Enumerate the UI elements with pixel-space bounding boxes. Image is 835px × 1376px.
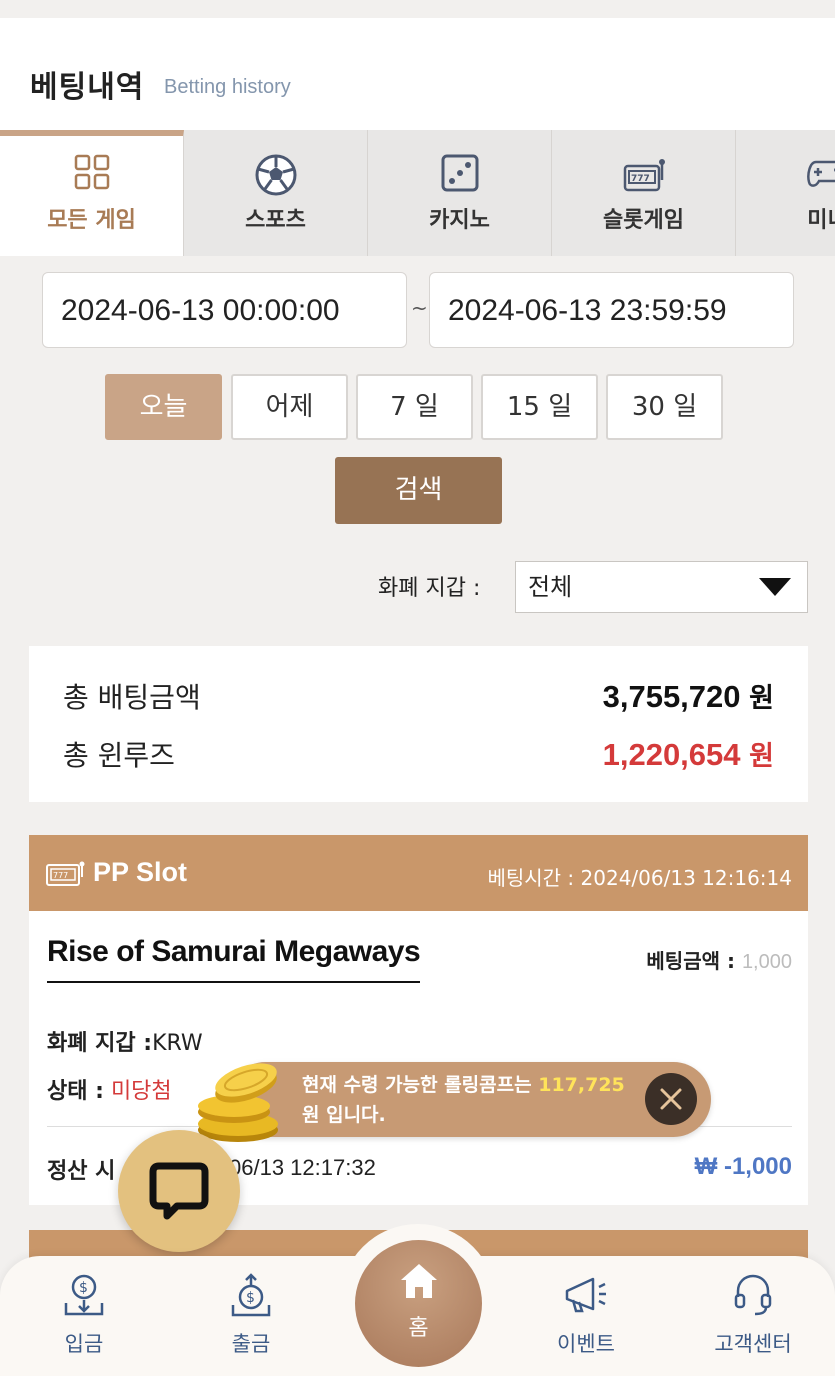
game-tabs: 모든 게임 스포츠 카지노 777 슬롯게임 미니 bbox=[0, 130, 835, 256]
page-header: 베팅내역 Betting history bbox=[0, 18, 835, 130]
svg-text:777: 777 bbox=[631, 174, 650, 184]
wallet-select[interactable]: 전체 bbox=[515, 561, 808, 613]
svg-text:777: 777 bbox=[53, 871, 68, 880]
total-winloss-label: 총 윈루즈 bbox=[63, 739, 175, 772]
tab-label: 카지노 bbox=[429, 208, 490, 233]
nav-events[interactable]: 이벤트 bbox=[531, 1272, 641, 1358]
nav-customer-center[interactable]: 고객센터 bbox=[698, 1272, 808, 1358]
wallet-line-label: 화폐 지갑 : bbox=[47, 1031, 153, 1056]
range-yesterday-button[interactable]: 어제 bbox=[231, 374, 348, 440]
total-winloss-value: 1,220,654 bbox=[602, 737, 741, 772]
total-bet-value: 3,755,720 bbox=[602, 679, 741, 714]
tab-label: 모든 게임 bbox=[47, 208, 136, 233]
total-bet-row: 총 배팅금액 3,755,720 원 bbox=[63, 676, 774, 716]
rolling-comp-toast[interactable]: 현재 수령 가능한 롤링콤프는 117,725 원 입니다. bbox=[228, 1062, 711, 1137]
headset-icon bbox=[698, 1272, 808, 1318]
deposit-icon: $ bbox=[29, 1272, 139, 1318]
wallet-line: 화폐 지갑 :KRW bbox=[47, 1025, 203, 1057]
range-7-days-button[interactable]: 7 일 bbox=[356, 374, 473, 440]
nav-label: 이벤트 bbox=[557, 1332, 615, 1356]
settle-label: 정산 시 bbox=[47, 1159, 116, 1184]
dropdown-arrow-icon bbox=[759, 578, 791, 596]
page-subtitle: Betting history bbox=[164, 76, 291, 98]
currency-unit: 원 bbox=[749, 683, 774, 714]
svg-text:$: $ bbox=[79, 1280, 88, 1296]
total-winloss-value-wrap: 1,220,654 원 bbox=[603, 734, 774, 773]
megaphone-icon bbox=[531, 1272, 641, 1318]
tab-casino[interactable]: 카지노 bbox=[368, 130, 552, 256]
nav-label: 홈 bbox=[408, 1316, 429, 1341]
bet-time-label: 베팅시간 : bbox=[487, 866, 575, 890]
toast-message-prefix: 현재 수령 가능한 롤링콤프는 bbox=[302, 1074, 532, 1096]
toast-amount: 117,725 bbox=[538, 1074, 625, 1096]
status-badge: 미당첨 bbox=[110, 1079, 172, 1104]
end-date-input[interactable]: 2024-06-13 23:59:59 bbox=[429, 272, 794, 348]
provider-name: PP Slot bbox=[93, 857, 188, 887]
tab-label: 스포츠 bbox=[245, 208, 306, 233]
toast-message-suffix: 원 입니다. bbox=[302, 1104, 386, 1126]
withdraw-icon: $ bbox=[196, 1272, 306, 1318]
date-separator: ~ bbox=[411, 296, 428, 320]
tab-all-games[interactable]: 모든 게임 bbox=[0, 130, 184, 256]
bet-amount: 베팅금액 : 1,000 bbox=[646, 945, 792, 974]
slot-machine-icon: 777 bbox=[552, 154, 735, 194]
toast-close-button[interactable] bbox=[645, 1073, 697, 1125]
toast-message: 현재 수령 가능한 롤링콤프는 117,725 원 입니다. bbox=[302, 1070, 625, 1130]
total-bet-label: 총 배팅금액 bbox=[63, 681, 201, 714]
tab-label: 슬롯게임 bbox=[603, 208, 684, 233]
bet-time: 베팅시간 : 2024/06/13 12:16:14 bbox=[487, 862, 792, 891]
soccer-ball-icon bbox=[184, 154, 367, 196]
tab-label: 미니 bbox=[807, 208, 835, 233]
wallet-label: 화폐 지갑 : bbox=[378, 576, 481, 601]
tab-mini[interactable]: 미니 bbox=[736, 130, 835, 256]
grid-icon bbox=[0, 154, 183, 194]
bet-card-header: 777 PP Slot 베팅시간 : 2024/06/13 12:16:14 bbox=[29, 835, 808, 911]
close-icon bbox=[660, 1088, 682, 1110]
bet-amount-label: 베팅금액 : bbox=[646, 949, 735, 973]
currency-unit: 원 bbox=[749, 741, 774, 772]
status-line: 상태 : 미당첨 bbox=[47, 1073, 172, 1105]
bet-time-value: 2024/06/13 12:16:14 bbox=[580, 866, 792, 890]
dice-icon bbox=[368, 154, 551, 194]
start-date-input[interactable]: 2024-06-13 00:00:00 bbox=[42, 272, 407, 348]
nav-label: 고객센터 bbox=[714, 1332, 792, 1356]
range-30-days-button[interactable]: 30 일 bbox=[606, 374, 723, 440]
game-name: Rise of Samurai Megaways bbox=[47, 935, 421, 983]
tab-sports[interactable]: 스포츠 bbox=[184, 130, 368, 256]
chat-button[interactable] bbox=[118, 1130, 240, 1252]
svg-text:$: $ bbox=[246, 1290, 255, 1306]
bet-amount-value: 1,000 bbox=[741, 951, 792, 973]
slot-machine-icon: 777 bbox=[45, 861, 85, 891]
gamepad-icon bbox=[736, 154, 835, 194]
nav-home[interactable]: 홈 bbox=[355, 1240, 482, 1367]
total-bet-value-wrap: 3,755,720 원 bbox=[603, 676, 774, 715]
nav-withdraw[interactable]: $ 출금 bbox=[196, 1272, 306, 1358]
chat-bubble-icon bbox=[149, 1162, 209, 1220]
total-winloss-row: 총 윈루즈 1,220,654 원 bbox=[63, 734, 774, 774]
wallet-selected-value: 전체 bbox=[528, 573, 573, 601]
nav-label: 출금 bbox=[231, 1332, 271, 1356]
nav-deposit[interactable]: $ 입금 bbox=[29, 1272, 139, 1358]
tab-slot-games[interactable]: 777 슬롯게임 bbox=[552, 130, 736, 256]
result-amount: ₩ -1,000 bbox=[694, 1153, 792, 1180]
status-label: 상태 : bbox=[47, 1079, 104, 1104]
range-today-button[interactable]: 오늘 bbox=[105, 374, 222, 440]
nav-label: 입금 bbox=[64, 1332, 104, 1356]
search-button[interactable]: 검색 bbox=[335, 457, 502, 524]
page-title: 베팅내역 bbox=[30, 70, 145, 105]
settle-time: 06/13 12:17:32 bbox=[229, 1155, 376, 1180]
summary-panel: 총 배팅금액 3,755,720 원 총 윈루즈 1,220,654 원 bbox=[29, 646, 808, 802]
range-15-days-button[interactable]: 15 일 bbox=[481, 374, 598, 440]
home-icon bbox=[355, 1262, 482, 1300]
